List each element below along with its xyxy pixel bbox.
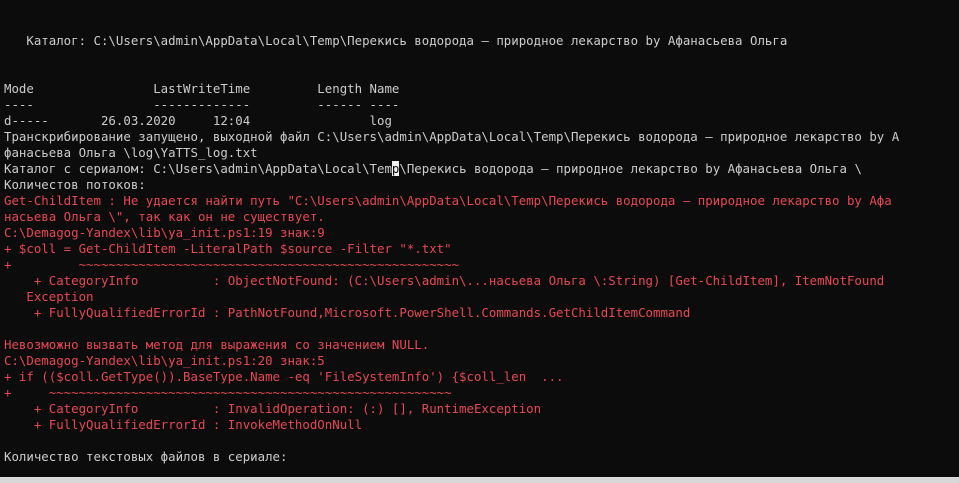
error2-underline: + ~~~~~~~~~~~~~~~~~~~~~~~~~~~~~~~~~~~~~~… <box>4 385 452 400</box>
error2-code: + if (($coll.GetType()).BaseType.Name -e… <box>4 369 564 384</box>
error1-code: + $coll = Get-ChildItem -LiteralPath $so… <box>4 241 452 256</box>
transcription-line: Транскрибирование запущено, выходной фай… <box>4 129 900 144</box>
serial-catalog-line: Каталог с сериалом: C:\Users\admin\AppDa… <box>4 161 862 177</box>
error1-category: + CategoryInfo : ObjectNotFound: (C:\Use… <box>4 273 885 288</box>
error1-message-cont: насьева Ольга \", так как он не существу… <box>4 209 325 224</box>
dir-table-rule: ---- ------------- ------ ---- <box>4 97 400 112</box>
background-window-strip <box>0 477 959 483</box>
text-files-count-line: Количество текстовых файлов в сериале: <box>4 449 288 464</box>
error1-fqid: + FullyQualifiedErrorId : PathNotFound,M… <box>4 305 691 320</box>
dir-table-header: Mode LastWriteTime Length Name <box>4 81 400 96</box>
error2-message: Невозможно вызвать метод для выражения с… <box>4 337 430 352</box>
serial-catalog-text-rest: \Перекись водорода – природное лекарство… <box>399 161 862 176</box>
error2-category: + CategoryInfo : InvalidOperation: (:) [… <box>4 401 542 416</box>
serial-catalog-text: Каталог с сериалом: C:\Users\admin\AppDa… <box>4 161 392 176</box>
error2-location: C:\Demagog-Yandex\lib\ya_init.ps1:20 зна… <box>4 353 325 368</box>
threads-line: Количестов потоков: <box>4 177 146 192</box>
powershell-console[interactable]: Каталог: C:\Users\admin\AppData\Local\Te… <box>0 0 959 477</box>
error1-category-cont: Exception <box>4 289 94 304</box>
error1-underline: + ~~~~~~~~~~~~~~~~~~~~~~~~~~~~~~~~~~~~~~… <box>4 257 460 272</box>
error1-location: C:\Demagog-Yandex\lib\ya_init.ps1:19 зна… <box>4 225 325 240</box>
error1-message: Get-ChildItem : Не удается найти путь "C… <box>4 193 892 208</box>
transcription-line-cont: фанасьева Ольга \log\YaTTS_log.txt <box>4 145 258 160</box>
dir-table-row: d----- 26.03.2020 12:04 log <box>4 113 392 128</box>
catalog-line: Каталог: C:\Users\admin\AppData\Local\Te… <box>4 33 788 48</box>
error2-fqid: + FullyQualifiedErrorId : InvokeMethodOn… <box>4 417 363 432</box>
